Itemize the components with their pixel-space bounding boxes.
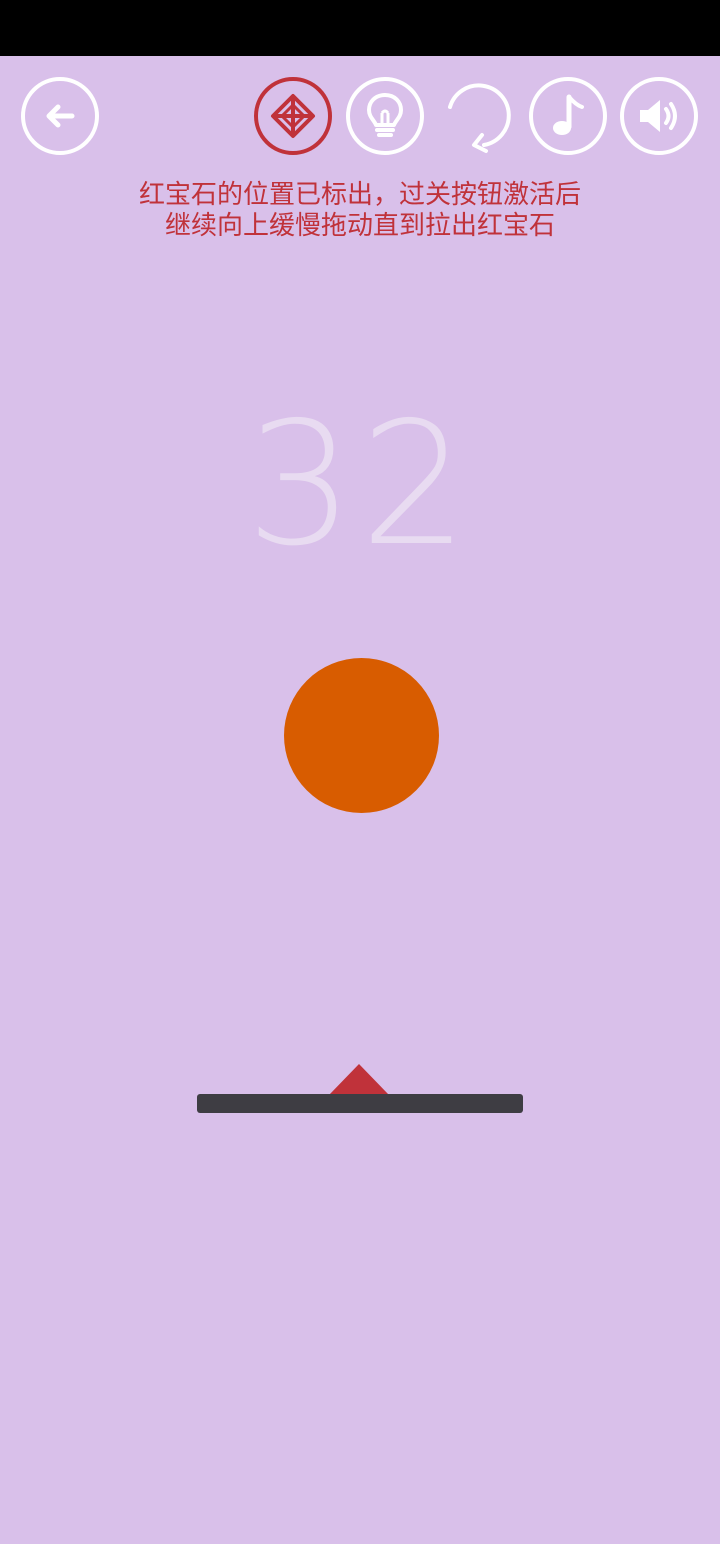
paddle-bar[interactable] <box>197 1094 523 1113</box>
back-button[interactable] <box>21 77 99 155</box>
speaker-icon <box>640 100 677 132</box>
instruction-text: 红宝石的位置已标出，过关按钮激活后 继续向上缓慢拖动直到拉出红宝石 <box>0 180 720 242</box>
instruction-line-1: 红宝石的位置已标出，过关按钮激活后 <box>138 180 581 210</box>
score-counter: 32 <box>245 386 475 584</box>
hint-button[interactable] <box>346 77 424 155</box>
ruby-marker <box>329 1064 389 1095</box>
sound-button[interactable] <box>620 77 698 155</box>
back-arrow-icon <box>46 104 75 128</box>
status-bar <box>0 0 720 56</box>
music-button[interactable] <box>529 77 607 155</box>
restart-icon <box>448 83 511 153</box>
music-note-icon <box>553 94 584 135</box>
gem-locator-button[interactable] <box>254 77 332 155</box>
restart-button[interactable] <box>438 77 516 155</box>
gem-locator-icon <box>271 94 315 138</box>
lightbulb-icon <box>367 93 403 137</box>
orange-ball[interactable] <box>284 658 439 813</box>
instruction-line-2: 继续向上缓慢拖动直到拉出红宝石 <box>164 211 555 241</box>
